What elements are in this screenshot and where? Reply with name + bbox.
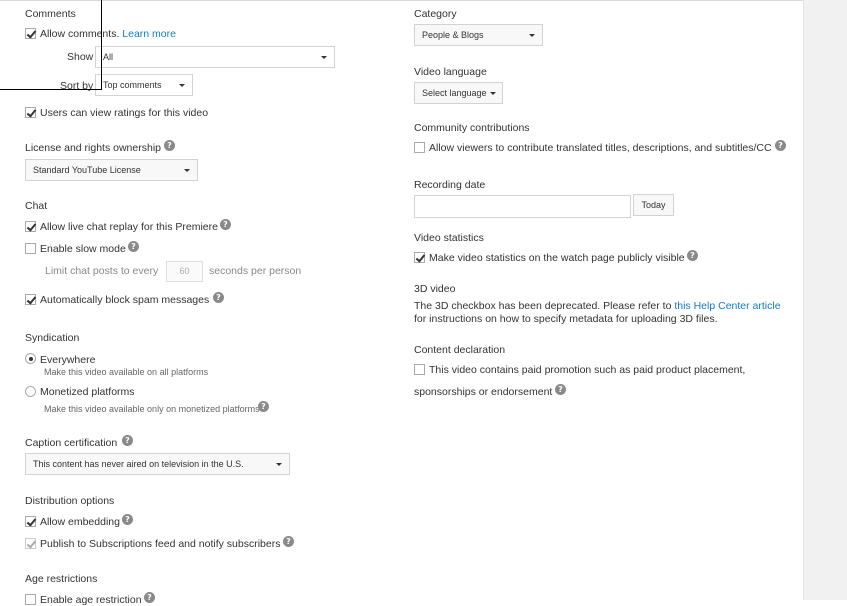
learn-more-link[interactable]: Learn more (122, 28, 176, 40)
recording-heading: Recording date (414, 179, 486, 191)
paid-promotion-label: This video contains paid promotion such … (429, 364, 746, 376)
ratings-label: Users can view ratings for this video (40, 107, 209, 119)
license-dropdown[interactable]: Standard YouTube License (25, 159, 198, 181)
statistics-checkbox[interactable] (414, 252, 425, 263)
show-label: Show (67, 51, 94, 63)
category-dropdown-value: People & Blogs (422, 30, 484, 40)
sortby-dropdown-value: Top comments (103, 80, 162, 90)
video3d-text-2: for instructions on how to specify metad… (414, 313, 718, 325)
chevron-down-icon (321, 56, 327, 59)
allow-comments-label: Allow comments. Learn more (40, 28, 176, 40)
limit-suffix: seconds per person (209, 265, 302, 277)
chevron-down-icon (179, 84, 185, 87)
everywhere-radio[interactable] (25, 353, 36, 364)
allow-comments-checkbox[interactable] (25, 28, 36, 39)
sortby-label: Sort by (60, 80, 94, 92)
help-icon[interactable]: ? (687, 250, 698, 261)
embedding-checkbox[interactable] (25, 516, 36, 527)
monetized-label: Monetized platforms (40, 386, 135, 398)
show-dropdown-value: All (103, 52, 114, 62)
publish-checkbox[interactable] (25, 538, 36, 549)
syndication-heading: Syndication (25, 332, 80, 344)
show-dropdown[interactable]: All (95, 46, 335, 68)
spam-checkbox[interactable] (25, 294, 36, 305)
caption-heading: Caption certification (25, 437, 118, 449)
chevron-down-icon (184, 169, 190, 172)
content-heading: Content declaration (414, 344, 506, 356)
video3d-heading: 3D video (414, 283, 456, 295)
help-icon[interactable]: ? (775, 140, 786, 151)
allow-comments-text: Allow comments. (40, 28, 120, 40)
monetized-radio[interactable] (25, 386, 36, 397)
language-dropdown-value: Select language (422, 88, 487, 98)
chat-replay-checkbox[interactable] (25, 221, 36, 232)
statistics-heading: Video statistics (414, 232, 484, 244)
chat-replay-label: Allow live chat replay for this Premiere (40, 221, 218, 233)
everywhere-desc: Make this video available on all platfor… (44, 367, 209, 377)
help-icon[interactable]: ? (122, 435, 133, 446)
category-dropdown[interactable]: People & Blogs (414, 24, 543, 46)
age-heading: Age restrictions (25, 573, 98, 585)
category-heading: Category (414, 8, 457, 20)
caption-dropdown-value: This content has never aired on televisi… (33, 459, 244, 469)
sortby-dropdown[interactable]: Top comments (95, 74, 193, 96)
embedding-label: Allow embedding (40, 516, 120, 528)
help-center-link[interactable]: this Help Center article (674, 300, 780, 312)
statistics-label: Make video statistics on the watch page … (429, 252, 685, 264)
chat-heading: Chat (25, 200, 48, 212)
comments-heading: Comments (25, 8, 76, 20)
distribution-heading: Distribution options (25, 495, 115, 507)
chevron-down-icon (276, 463, 282, 466)
today-button[interactable]: Today (633, 194, 674, 216)
community-label: Allow viewers to contribute translated t… (429, 142, 772, 154)
help-icon[interactable]: ? (144, 592, 155, 603)
publish-label: Publish to Subscriptions feed and notify… (40, 538, 281, 550)
caption-dropdown[interactable]: This content has never aired on televisi… (25, 453, 290, 475)
community-heading: Community contributions (414, 122, 530, 134)
annotation-line-horizontal (0, 89, 102, 90)
help-icon[interactable]: ? (128, 241, 139, 252)
language-dropdown[interactable]: Select language (414, 82, 503, 104)
help-icon[interactable]: ? (164, 140, 175, 151)
help-icon[interactable]: ? (213, 292, 224, 303)
help-icon[interactable]: ? (122, 514, 133, 525)
help-icon[interactable]: ? (258, 401, 269, 412)
ratings-checkbox[interactable] (25, 107, 36, 118)
annotation-line-vertical (101, 0, 102, 90)
spam-label: Automatically block spam messages (40, 294, 210, 306)
paid-promotion-label-2: sponsorships or endorsement (414, 386, 553, 398)
chevron-down-icon (490, 92, 496, 95)
recording-date-input[interactable] (414, 195, 631, 218)
video3d-text-1: The 3D checkbox has been deprecated. Ple… (414, 300, 672, 312)
license-dropdown-value: Standard YouTube License (33, 165, 141, 175)
everywhere-label: Everywhere (40, 354, 96, 366)
slow-mode-label: Enable slow mode (40, 243, 126, 255)
limit-prefix: Limit chat posts to every (45, 265, 159, 277)
community-checkbox[interactable] (414, 142, 425, 153)
chevron-down-icon (529, 34, 535, 37)
license-heading: License and rights ownership (25, 142, 161, 154)
monetized-desc: Make this video available only on moneti… (44, 404, 260, 414)
help-icon[interactable]: ? (283, 536, 294, 547)
age-restriction-label: Enable age restriction (40, 594, 142, 606)
right-gutter (803, 0, 847, 600)
top-divider (0, 0, 803, 1)
language-heading: Video language (414, 66, 487, 78)
paid-promotion-checkbox[interactable] (414, 364, 425, 375)
help-icon[interactable]: ? (220, 219, 231, 230)
limit-seconds-input[interactable]: 60 (166, 261, 203, 282)
slow-mode-checkbox[interactable] (25, 243, 36, 254)
video3d-text: The 3D checkbox has been deprecated. Ple… (414, 300, 781, 312)
help-icon[interactable]: ? (555, 384, 566, 395)
